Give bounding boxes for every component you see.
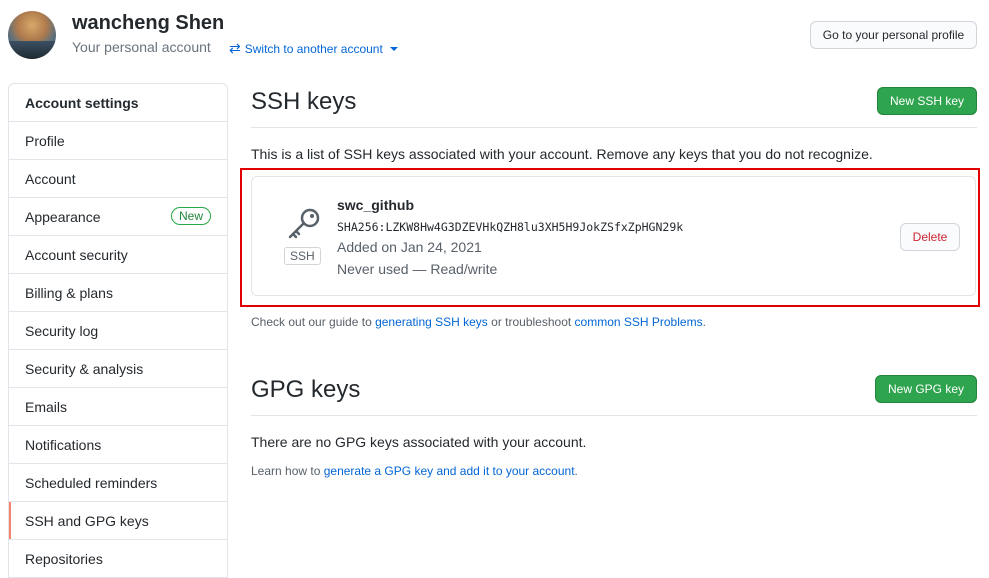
ssh-key-added-date: Added on Jan 24, 2021 — [337, 239, 482, 255]
sidebar-item-account-security[interactable]: Account security — [9, 236, 227, 274]
help-suffix: . — [702, 315, 706, 329]
new-badge: New — [170, 207, 211, 225]
divider — [251, 415, 977, 416]
sidebar-item-ssh-gpg-keys[interactable]: SSH and GPG keys — [9, 502, 227, 540]
generating-ssh-keys-link[interactable]: generating SSH keys — [375, 315, 488, 329]
ssh-key-usage: Never used — Read/write — [337, 261, 498, 277]
switch-account-link[interactable]: ⇄ Switch to another account — [229, 40, 398, 57]
sidebar-item-account[interactable]: Account — [9, 160, 227, 198]
user-name: wancheng Shen — [72, 12, 225, 34]
ssh-key-fingerprint: SHA256:LZKW8Hw4G3DZEVHkQZH8lu3XH5H9JokZS… — [337, 220, 684, 234]
settings-sidebar: Account settings Profile Account Appeara… — [8, 83, 228, 578]
help-middle: or troubleshoot — [487, 315, 575, 329]
ssh-type-label: SSH — [284, 247, 321, 265]
generate-gpg-key-link[interactable]: generate a GPG key and add it to your ac… — [324, 464, 575, 478]
caret-down-icon — [389, 46, 398, 51]
sidebar-item-security-log[interactable]: Security log — [9, 312, 227, 350]
gpg-keys-heading: GPG keys — [251, 376, 361, 403]
sidebar-item-appearance[interactable]: Appearance New — [9, 198, 227, 236]
gpg-help-text: Learn how to generate a GPG key and add … — [251, 464, 578, 478]
sidebar-item-profile[interactable]: Profile — [9, 122, 227, 160]
swap-arrows-icon: ⇄ — [229, 40, 241, 56]
ssh-key-name: swc_github — [337, 197, 415, 213]
sidebar-item-notifications[interactable]: Notifications — [9, 426, 227, 464]
ssh-help-text: Check out our guide to generating SSH ke… — [251, 315, 706, 329]
new-ssh-key-button[interactable]: New SSH key — [877, 87, 977, 115]
ssh-key-item: SSH swc_github SHA256:LZKW8Hw4G3DZEVHkQZ… — [251, 176, 976, 296]
sidebar-heading: Account settings — [9, 84, 227, 122]
sidebar-item-emails[interactable]: Emails — [9, 388, 227, 426]
switch-account-label: Switch to another account — [244, 41, 383, 56]
avatar[interactable] — [8, 11, 56, 59]
account-type-label: Your personal account — [72, 39, 211, 55]
sidebar-item-repositories[interactable]: Repositories — [9, 540, 227, 578]
common-ssh-problems-link[interactable]: common SSH Problems — [575, 315, 703, 329]
sidebar-item-billing[interactable]: Billing & plans — [9, 274, 227, 312]
sidebar-item-label: Appearance — [25, 208, 101, 225]
delete-ssh-key-button[interactable]: Delete — [900, 223, 960, 251]
gpg-empty-text: There are no GPG keys associated with yo… — [251, 434, 587, 450]
sidebar-item-security-analysis[interactable]: Security & analysis — [9, 350, 227, 388]
help-suffix: . — [574, 464, 578, 478]
go-to-profile-button[interactable]: Go to your personal profile — [810, 21, 977, 49]
new-gpg-key-button[interactable]: New GPG key — [875, 375, 977, 403]
help-prefix: Check out our guide to — [251, 315, 376, 329]
divider — [251, 127, 977, 128]
ssh-description: This is a list of SSH keys associated wi… — [251, 146, 873, 162]
sidebar-item-scheduled-reminders[interactable]: Scheduled reminders — [9, 464, 227, 502]
help-prefix: Learn how to — [251, 464, 324, 478]
ssh-keys-heading: SSH keys — [251, 88, 357, 115]
key-icon — [288, 208, 320, 239]
